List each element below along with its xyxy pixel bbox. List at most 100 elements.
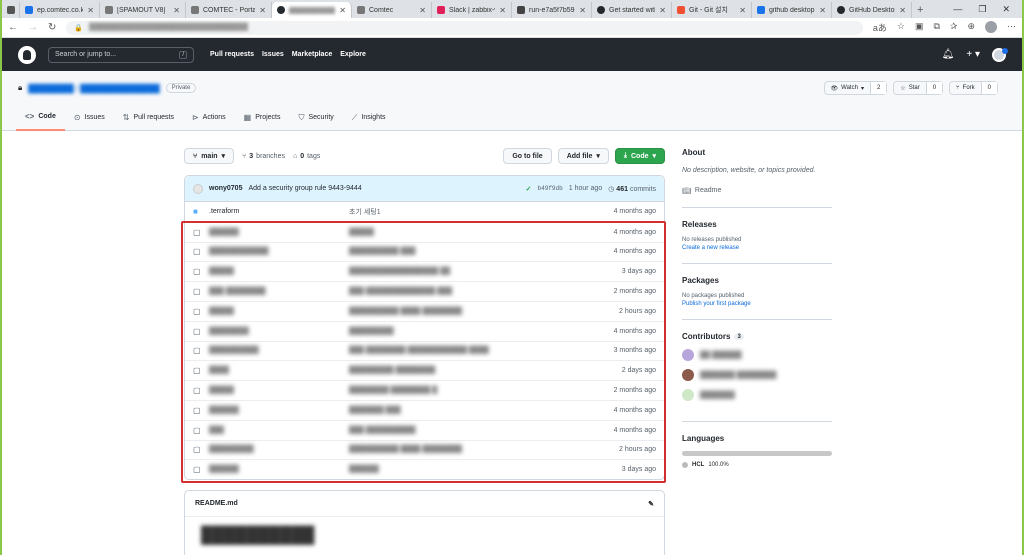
contributor-name: ███████: [700, 391, 735, 399]
close-icon[interactable]: ✕: [739, 6, 746, 15]
code-label: Code: [630, 152, 649, 160]
commit-message[interactable]: Add a security group rule 9443-9444: [248, 185, 361, 192]
minimize-icon[interactable]: —: [953, 4, 962, 14]
reload-icon[interactable]: ↻: [48, 22, 56, 33]
releases-heading[interactable]: Releases: [682, 220, 832, 229]
search-input[interactable]: Search or jump to... /: [48, 46, 194, 63]
tab-actions-icon: [7, 6, 15, 14]
fork-count[interactable]: 0: [981, 82, 997, 94]
close-icon[interactable]: ✕: [419, 6, 426, 15]
close-icon[interactable]: ✕: [579, 6, 586, 15]
close-icon[interactable]: ✕: [899, 6, 906, 15]
browser-tab[interactable]: ep.comtec.co.kr ✕: [20, 2, 100, 18]
fork-button[interactable]: ⑂ Fork 0: [949, 81, 998, 95]
tab-actions[interactable]: ⊳ Actions: [183, 108, 235, 131]
table-row[interactable]: ■ .terraform 초기 세팅1 4 months ago: [185, 202, 664, 222]
search-placeholder: Search or jump to...: [55, 51, 117, 58]
check-icon[interactable]: ✓: [526, 185, 532, 193]
avatar: [682, 349, 694, 361]
language-name: HCL: [692, 462, 705, 468]
browser-tab-active[interactable]: ███████████✕: [272, 2, 352, 18]
tab-insights[interactable]: ⟋ Insights: [343, 108, 395, 131]
browser-tab[interactable]: Get started with ✕: [592, 2, 672, 18]
contributor[interactable]: ███████: [682, 389, 832, 401]
close-icon[interactable]: ✕: [87, 6, 94, 15]
contributor[interactable]: ███████ ████████: [682, 369, 832, 381]
nav-explore[interactable]: Explore: [340, 51, 366, 58]
star-count[interactable]: 0: [926, 82, 943, 94]
favorites-icon[interactable]: ✰: [950, 21, 958, 34]
language-item[interactable]: HCL 100.0%: [682, 462, 832, 468]
collections-icon[interactable]: ⊕: [967, 21, 975, 34]
extension-icon[interactable]: ▣: [915, 21, 924, 34]
maximize-icon[interactable]: ❐: [978, 4, 986, 15]
watch-button[interactable]: 👁︎ Watch ▾ 2: [823, 81, 888, 95]
tab-code[interactable]: <> Code: [16, 108, 65, 131]
branch-selector[interactable]: ⑂ main ▾: [184, 148, 235, 164]
readme-link[interactable]: 📖︎ Readme: [682, 187, 832, 195]
tab-actions-menu[interactable]: [2, 2, 20, 18]
new-tab-button[interactable]: +: [912, 2, 930, 18]
close-icon[interactable]: ✕: [659, 6, 666, 15]
browser-tab[interactable]: GitHub Desktop ✕: [832, 2, 912, 18]
favorite-star-icon[interactable]: ☆: [897, 21, 905, 34]
publish-package-link[interactable]: Publish your first package: [682, 301, 832, 307]
contributor[interactable]: ██ ██████: [682, 349, 832, 361]
pencil-icon[interactable]: ✎: [648, 500, 654, 508]
file-name[interactable]: .terraform: [209, 208, 349, 215]
back-icon[interactable]: ←: [8, 22, 18, 33]
watch-count[interactable]: 2: [870, 82, 887, 94]
branches-link[interactable]: ⑂ 3 branches: [242, 153, 285, 160]
bell-icon[interactable]: 🔔︎: [942, 49, 955, 60]
nav-pull-requests[interactable]: Pull requests: [210, 51, 254, 58]
close-icon[interactable]: ✕: [173, 6, 180, 15]
user-avatar[interactable]: [992, 47, 1008, 62]
profile-avatar[interactable]: [985, 21, 997, 33]
address-bar[interactable]: 🔒 ████████████████████████████████: [66, 20, 863, 35]
browser-tab[interactable]: COMTEC - Porta ✕: [186, 2, 272, 18]
plus-icon: +: [917, 4, 924, 16]
readme-filename: README.md: [195, 500, 238, 508]
more-options-icon[interactable]: ⋯: [1007, 21, 1016, 34]
tab-issues[interactable]: ⊙ Issues: [65, 108, 114, 131]
browser-tab[interactable]: github desktop ✕: [752, 2, 832, 18]
nav-marketplace[interactable]: Marketplace: [292, 51, 332, 58]
repo-name[interactable]: ████████ / ██████████████: [28, 84, 159, 93]
contributors-heading[interactable]: Contributors 3: [682, 332, 832, 341]
browser-tab[interactable]: [SPAMOUT V8] ✕: [100, 2, 186, 18]
tab-pull-requests[interactable]: ⇅ Pull requests: [114, 108, 183, 131]
avatar[interactable]: [193, 183, 203, 194]
commit-sha[interactable]: b49f9db: [538, 185, 563, 192]
commit-author[interactable]: wony0705: [209, 185, 242, 192]
browser-tab[interactable]: run-e7a5f7b59 ✕: [512, 2, 592, 18]
packages-heading[interactable]: Packages: [682, 276, 832, 285]
tab-projects[interactable]: ▦ Projects: [235, 108, 290, 131]
go-to-file-button[interactable]: Go to file: [503, 148, 552, 164]
browser-tab[interactable]: Slack | zabbix-w ✕: [432, 2, 512, 18]
tab-security[interactable]: ⛉ Security: [289, 108, 342, 131]
avatar: [682, 369, 694, 381]
star-button[interactable]: ☆ Star 0: [893, 81, 944, 95]
close-icon[interactable]: ✕: [499, 6, 506, 15]
commits-link[interactable]: ◷ 461 commits: [608, 185, 656, 193]
browser-extension-icons: aあ ☆ ▣ ⧉ ✰ ⊕ ⋯: [873, 21, 1016, 34]
forward-icon[interactable]: →: [28, 22, 38, 33]
close-window-icon[interactable]: ✕: [1002, 4, 1010, 15]
tags-link[interactable]: ⌂ 0 tags: [293, 153, 320, 160]
browser-tab[interactable]: Git - Git 설치 ✕: [672, 2, 752, 18]
private-badge: Private: [165, 83, 197, 93]
browser-tab[interactable]: Comtec ✕: [352, 2, 432, 18]
file-commit-message[interactable]: 초기 세팅1: [349, 207, 586, 217]
github-logo-icon[interactable]: [18, 45, 36, 64]
create-release-link[interactable]: Create a new release: [682, 245, 832, 251]
nav-issues[interactable]: Issues: [262, 51, 284, 58]
code-button[interactable]: ⤓ Code ▾: [614, 148, 665, 164]
close-icon[interactable]: ✕: [339, 6, 346, 15]
close-icon[interactable]: ✕: [259, 6, 266, 15]
create-new-menu[interactable]: + ▾: [966, 49, 980, 60]
read-aloud-icon[interactable]: aあ: [873, 21, 887, 34]
close-icon[interactable]: ✕: [819, 6, 826, 15]
split-screen-icon[interactable]: ⧉: [933, 21, 939, 34]
add-file-button[interactable]: Add file ▾: [557, 148, 609, 164]
packages-empty: No packages published: [682, 293, 745, 299]
